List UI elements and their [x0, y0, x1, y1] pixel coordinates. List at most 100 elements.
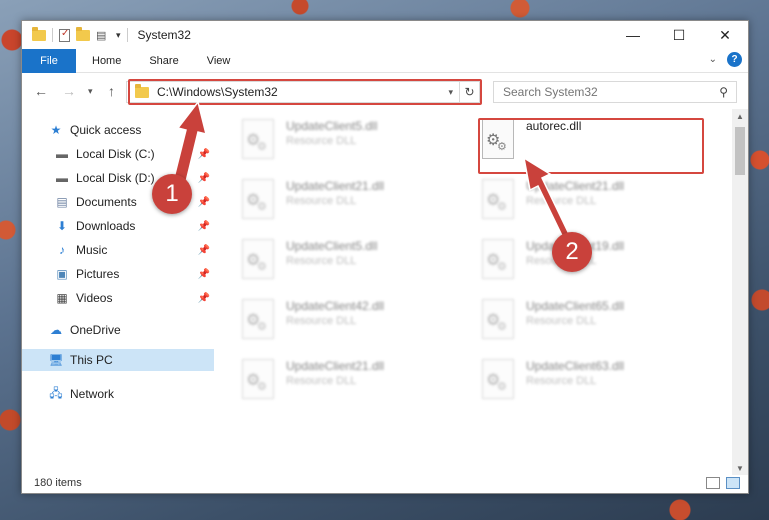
list-item[interactable]: UpdateClient21.dll Resource DLL: [242, 359, 452, 409]
title-bar: ▤ ▾ System32 — ☐ ✕: [22, 21, 748, 49]
new-folder-icon[interactable]: [76, 26, 90, 41]
list-item[interactable]: UpdateClient21.dll Resource DLL: [482, 179, 692, 229]
pin-icon: 📌: [197, 196, 210, 208]
computer-icon: 🖥: [48, 353, 64, 367]
sidebar-item-label: Local Disk (D:): [76, 171, 155, 185]
file-name: UpdateClient5.dll: [286, 239, 378, 253]
file-type: Resource DLL: [286, 195, 357, 207]
sidebar-item-label: Downloads: [76, 219, 136, 233]
pin-icon: 📌: [197, 148, 210, 160]
details-view-icon[interactable]: [706, 477, 720, 489]
file-name: UpdateClient5.dll: [286, 119, 378, 133]
search-icon[interactable]: ⚲: [719, 85, 728, 99]
drive-icon: ▬: [56, 171, 68, 185]
list-item[interactable]: UpdateClient65.dll Resource DLL: [482, 299, 692, 349]
status-bar: 180 items: [22, 473, 748, 493]
sidebar-item-network[interactable]: 🖧 Network: [22, 383, 214, 405]
view-toggle: [706, 477, 740, 489]
file-type: Resource DLL: [286, 315, 357, 327]
sidebar-item-quick-access[interactable]: ★ Quick access: [22, 119, 214, 141]
file-explorer-window: ▤ ▾ System32 — ☐ ✕ File Home Share View …: [21, 20, 749, 494]
list-item[interactable]: UpdateClient21.dll Resource DLL: [242, 179, 452, 229]
quick-access-toolbar: ▤ ▾: [32, 26, 128, 42]
file-type: Resource DLL: [286, 135, 357, 147]
star-icon: ★: [50, 123, 62, 137]
pin-icon: 📌: [197, 244, 210, 256]
cloud-icon: ☁: [50, 323, 62, 337]
sidebar-item-label: Music: [76, 243, 108, 257]
file-type: Resource DLL: [286, 255, 357, 267]
file-name: UpdateClient21.dll: [526, 179, 625, 193]
sidebar-item-music[interactable]: ♪ Music 📌: [22, 239, 214, 261]
file-name: UpdateClient65.dll: [526, 299, 625, 313]
dll-file-icon: [242, 179, 274, 219]
scroll-up-icon[interactable]: ▲: [732, 109, 748, 123]
sidebar-item-label: Videos: [76, 291, 113, 305]
ribbon-right-controls: ⌄ ?: [709, 52, 742, 67]
list-item[interactable]: UpdateClient63.dll Resource DLL: [482, 359, 692, 409]
sidebar-item-local-disk-c[interactable]: ▬ Local Disk (C:) 📌: [22, 143, 214, 165]
up-arrow-icon[interactable]: ↑: [108, 83, 115, 99]
forward-arrow-icon[interactable]: →: [62, 83, 76, 99]
tab-share[interactable]: Share: [135, 49, 192, 73]
chevron-down-icon[interactable]: ▾: [116, 30, 121, 41]
dll-file-icon: [242, 359, 274, 399]
file-type: Resource DLL: [286, 375, 357, 387]
sidebar-item-label: Documents: [76, 195, 137, 209]
pin-icon: 📌: [197, 292, 210, 304]
dll-file-icon: [242, 239, 274, 279]
list-item[interactable]: UpdateClient42.dll Resource DLL: [242, 299, 452, 349]
tab-view[interactable]: View: [193, 49, 245, 73]
customize-toolbar-icon[interactable]: ▤: [96, 29, 110, 42]
file-type: Resource DLL: [526, 195, 597, 207]
list-item[interactable]: UpdateClient5.dll Resource DLL: [242, 239, 452, 289]
navigation-pane: ★ Quick access ▬ Local Disk (C:) 📌 ▬ Loc…: [22, 113, 214, 473]
search-box[interactable]: ⚲: [493, 81, 737, 103]
dll-file-icon: [482, 179, 514, 219]
file-name: UpdateClient21.dll: [286, 359, 385, 373]
properties-icon[interactable]: [59, 28, 70, 42]
sidebar-item-downloads[interactable]: ⬇ Downloads 📌: [22, 215, 214, 237]
tab-file[interactable]: File: [22, 48, 76, 73]
expand-ribbon-icon[interactable]: ⌄: [709, 54, 717, 65]
sidebar-item-videos[interactable]: ▦ Videos 📌: [22, 287, 214, 309]
file-type: Resource DLL: [526, 315, 597, 327]
videos-icon: ▦: [56, 291, 68, 305]
sidebar-item-label: Pictures: [76, 267, 120, 281]
sidebar-item-this-pc[interactable]: 🖥 This PC: [22, 349, 214, 371]
drive-icon: ▬: [56, 147, 68, 161]
help-icon[interactable]: ?: [727, 52, 742, 67]
sidebar-item-label: Network: [70, 387, 115, 401]
file-type: Resource DLL: [526, 375, 597, 387]
dll-file-icon: [242, 119, 274, 159]
download-icon: ⬇: [56, 219, 68, 233]
search-input[interactable]: [503, 85, 720, 99]
file-name: UpdateClient21.dll: [286, 179, 385, 193]
dll-file-icon: [482, 239, 514, 279]
sidebar-item-onedrive[interactable]: ☁ OneDrive: [22, 319, 214, 341]
close-button[interactable]: ✕: [702, 21, 748, 49]
vertical-scrollbar[interactable]: ▲ ▼: [732, 109, 748, 475]
sidebar-item-label: Local Disk (C:): [76, 147, 155, 161]
pin-icon: 📌: [197, 172, 210, 184]
pin-icon: 📌: [197, 220, 210, 232]
back-arrow-icon[interactable]: ←: [34, 83, 48, 99]
sidebar-item-label: Quick access: [70, 123, 142, 137]
documents-icon: ▤: [56, 195, 68, 209]
dll-file-icon: [482, 299, 514, 339]
sidebar-item-pictures[interactable]: ▣ Pictures 📌: [22, 263, 214, 285]
maximize-button[interactable]: ☐: [656, 21, 702, 49]
scrollbar-thumb[interactable]: [735, 127, 745, 175]
step-1-badge: 1: [152, 174, 192, 214]
tab-home[interactable]: Home: [76, 49, 135, 73]
file-name: UpdateClient42.dll: [286, 299, 385, 313]
list-item[interactable]: UpdateClient5.dll Resource DLL: [242, 119, 452, 169]
dll-file-icon: [242, 299, 274, 339]
separator: [126, 28, 128, 42]
large-icons-view-icon[interactable]: [726, 477, 740, 489]
recent-locations-icon[interactable]: ▾: [88, 86, 93, 97]
file-name: UpdateClient63.dll: [526, 359, 625, 373]
sidebar-item-label: This PC: [70, 353, 113, 367]
minimize-button[interactable]: —: [610, 21, 656, 49]
ribbon-tabs: File Home Share View ⌄ ?: [22, 48, 748, 73]
